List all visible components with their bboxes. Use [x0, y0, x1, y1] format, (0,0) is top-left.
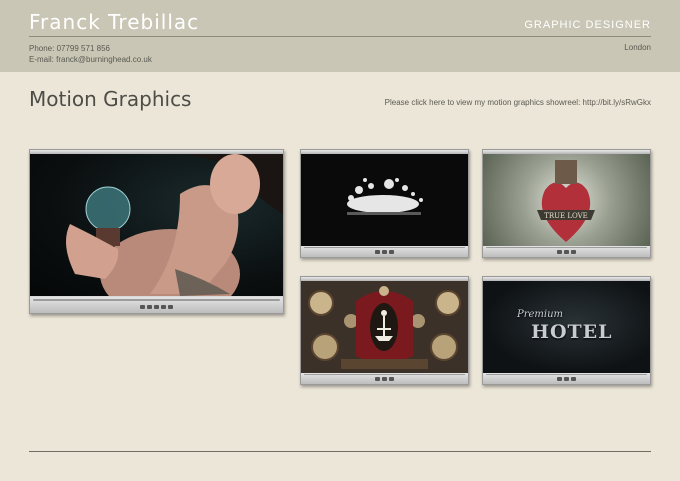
- player-scrubber[interactable]: [304, 374, 465, 375]
- page-title: Motion Graphics: [29, 87, 192, 111]
- player-controls: [301, 246, 468, 257]
- ballerina-clockwork-image: [301, 281, 468, 373]
- banner-text: TRUE LOVE: [544, 212, 588, 220]
- video-player-thumb-3[interactable]: [300, 276, 469, 385]
- email-address[interactable]: E-mail: franck@burninghead.co.uk: [29, 54, 152, 65]
- contact-info: Phone: 07799 571 856 E-mail: franck@burn…: [29, 43, 152, 65]
- player-scrubber[interactable]: [304, 247, 465, 248]
- site-header: Franck Trebillac GRAPHIC DESIGNER Phone:…: [0, 0, 680, 72]
- back-icon[interactable]: [375, 250, 380, 254]
- forward-icon[interactable]: [389, 377, 394, 381]
- location: London: [624, 43, 651, 52]
- back-icon[interactable]: [557, 250, 562, 254]
- designer-role: GRAPHIC DESIGNER: [524, 19, 651, 31]
- play-icon[interactable]: [382, 250, 387, 254]
- video-frame: [301, 154, 468, 246]
- video-frame: TRUE LOVE: [483, 154, 650, 246]
- video-frame: [301, 281, 468, 373]
- woman-snow-globe-image: [66, 154, 283, 296]
- forward-icon[interactable]: [571, 377, 576, 381]
- player-scrubber[interactable]: [486, 247, 647, 248]
- true-love-heart-image: TRUE LOVE: [537, 160, 595, 242]
- end-icon[interactable]: [168, 305, 173, 309]
- footer-divider: [29, 451, 651, 452]
- player-controls: [301, 373, 468, 384]
- player-controls: [483, 373, 650, 384]
- header-divider: [29, 36, 651, 37]
- video-player-thumb-2[interactable]: TRUE LOVE: [482, 149, 651, 258]
- video-player-thumb-1[interactable]: [300, 149, 469, 258]
- back-icon[interactable]: [147, 305, 152, 309]
- designer-name: Franck Trebillac: [29, 10, 200, 34]
- play-icon[interactable]: [154, 305, 159, 309]
- play-icon[interactable]: [564, 377, 569, 381]
- showreel-link[interactable]: Please click here to view my motion grap…: [385, 98, 651, 107]
- back-icon[interactable]: [557, 377, 562, 381]
- phone-number: Phone: 07799 571 856: [29, 44, 110, 53]
- hotel-title-text: HOTEL: [531, 321, 613, 343]
- video-player-main[interactable]: [29, 149, 284, 314]
- rewind-icon[interactable]: [140, 305, 145, 309]
- player-controls: [30, 297, 283, 313]
- video-frame: [30, 154, 283, 296]
- back-icon[interactable]: [375, 377, 380, 381]
- video-player-thumb-4[interactable]: Premium HOTEL: [482, 276, 651, 385]
- play-icon[interactable]: [564, 250, 569, 254]
- player-scrubber[interactable]: [33, 299, 280, 301]
- forward-icon[interactable]: [571, 250, 576, 254]
- forward-icon[interactable]: [389, 250, 394, 254]
- hotel-premium-text: Premium: [517, 309, 564, 320]
- splash-text-image: [347, 178, 423, 215]
- video-frame: Premium HOTEL: [483, 281, 650, 373]
- player-scrubber[interactable]: [486, 374, 647, 375]
- forward-icon[interactable]: [161, 305, 166, 309]
- play-icon[interactable]: [382, 377, 387, 381]
- player-controls: [483, 246, 650, 257]
